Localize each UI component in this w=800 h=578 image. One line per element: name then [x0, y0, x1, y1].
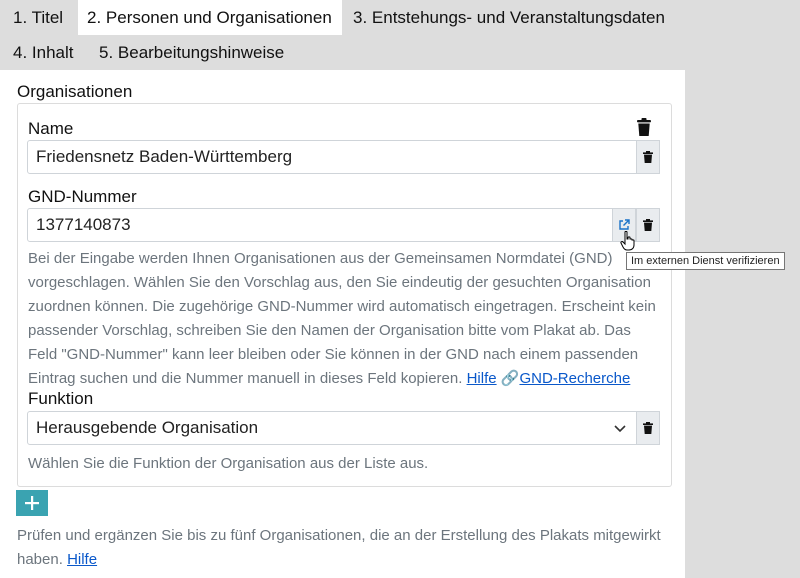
- gnd-help-body: Bei der Eingabe werden Ihnen Organisatio…: [28, 250, 656, 387]
- delete-organisation-button[interactable]: [634, 117, 654, 137]
- clear-name-button[interactable]: [636, 140, 660, 174]
- name-input[interactable]: Friedensnetz Baden-Württemberg: [27, 140, 637, 174]
- tab-entstehungsdaten[interactable]: 3. Entstehungs- und Veranstaltungsdaten: [342, 0, 676, 35]
- section-title: Organisationen: [17, 82, 133, 101]
- tab-inhalt[interactable]: 4. Inhalt: [0, 35, 87, 70]
- external-link-icon: [619, 219, 630, 230]
- gnd-help-text: Bei der Eingabe werden Ihnen Organisatio…: [28, 247, 664, 391]
- plus-icon: [25, 496, 39, 510]
- add-organisation-button[interactable]: [16, 490, 48, 516]
- function-select[interactable]: Herausgebende Organisation: [27, 411, 637, 445]
- right-background: [685, 0, 800, 578]
- verify-tooltip: Im externen Dienst verifizieren: [626, 252, 785, 270]
- trash-icon: [637, 118, 651, 136]
- tab-titel[interactable]: 1. Titel: [0, 0, 76, 35]
- link-icon: 🔗: [500, 370, 520, 387]
- chevron-down-icon: [614, 425, 626, 433]
- function-select-value: Herausgebende Organisation: [36, 418, 259, 437]
- organisations-help-body: Prüfen und ergänzen Sie bis zu fünf Orga…: [17, 527, 661, 568]
- trash-icon: [643, 422, 653, 434]
- clear-gnd-button[interactable]: [636, 208, 660, 242]
- trash-icon: [643, 151, 653, 163]
- clear-function-button[interactable]: [636, 411, 660, 445]
- tab-personen-organisationen[interactable]: 2. Personen und Organisationen: [78, 0, 342, 35]
- trash-icon: [643, 219, 653, 231]
- name-label: Name: [28, 119, 74, 138]
- gnd-help-link[interactable]: Hilfe: [467, 370, 497, 387]
- function-label: Funktion: [28, 389, 94, 408]
- gnd-research-link[interactable]: 🔗GND-Recherche: [501, 370, 631, 387]
- gnd-input[interactable]: 1377140873: [27, 208, 613, 242]
- function-help-text: Wählen Sie die Funktion der Organisation…: [28, 455, 429, 472]
- organisations-help-link[interactable]: Hilfe: [67, 551, 97, 568]
- pointer-cursor-icon: [620, 231, 635, 251]
- organisations-help-text: Prüfen und ergänzen Sie bis zu fünf Orga…: [17, 524, 677, 572]
- gnd-label: GND-Nummer: [28, 187, 137, 206]
- tab-bearbeitungshinweise[interactable]: 5. Bearbeitungshinweise: [86, 35, 297, 70]
